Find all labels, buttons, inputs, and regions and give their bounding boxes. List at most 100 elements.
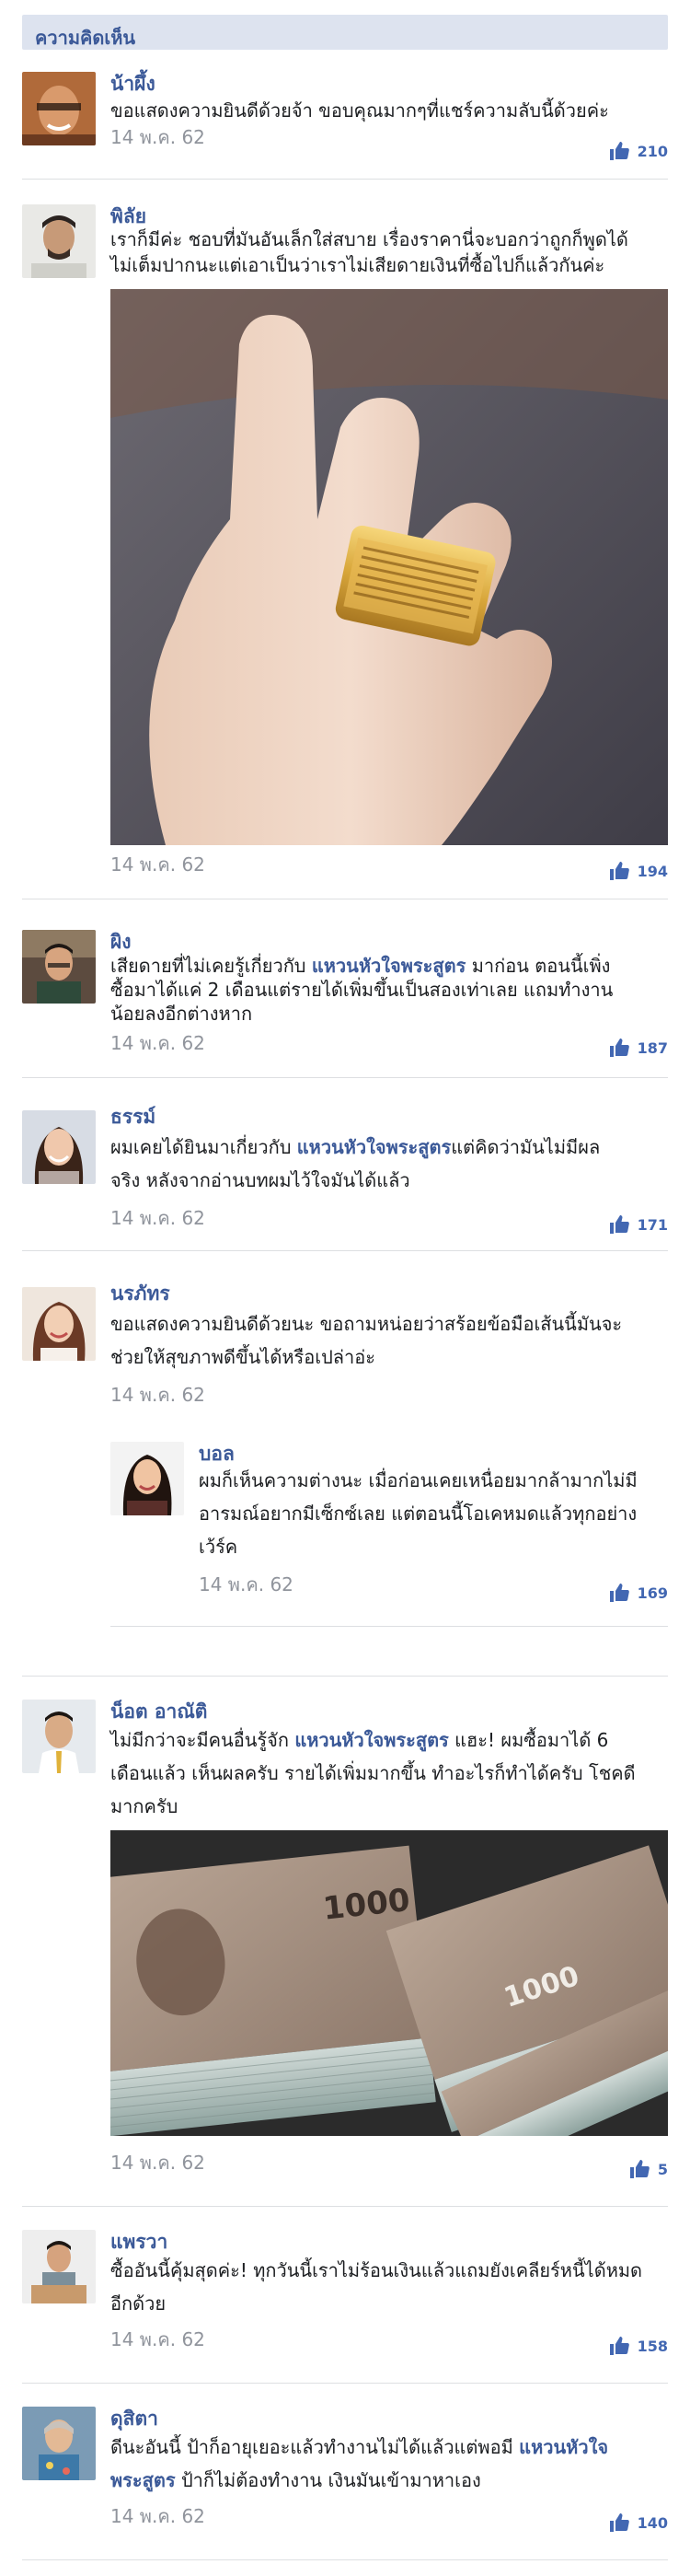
comment-text-line: เว้ร์ค	[199, 1536, 238, 1558]
reply: บอล ผมก็เห็นความต่างนะ เมื่อก่อนเคยเหนื่…	[110, 1442, 668, 1617]
like-count: 171	[637, 1215, 668, 1234]
thumbs-up-icon	[609, 1584, 629, 1602]
avatar[interactable]	[22, 930, 96, 1004]
comment-text-line: ช่วยให้สุขภาพดีขึ้นได้หรือเปล่าอ่ะ	[110, 1346, 376, 1368]
comment-text-line: ไม่เต็มปากนะแต่เอาเป็นว่าเราไม่เสียดายเง…	[110, 254, 605, 276]
comment-text-segment: ป้าก็ไม่ต้องทำงาน เงินมันเข้ามาหาเอง	[175, 2469, 481, 2491]
comment-text-line: ซื้อมาได้แค่ 2 เดือนแต่รายได้เพิ่มขึ้นเป…	[110, 979, 614, 1001]
comment-author[interactable]: น็อต อาณัติ	[110, 1700, 207, 1723]
thumbs-up-icon	[609, 142, 629, 160]
divider	[22, 2559, 668, 2560]
like-count: 194	[637, 862, 668, 880]
product-link[interactable]: แหวนหัวใจ	[519, 2436, 608, 2458]
comment-3: ผิง เสียดายที่ไม่เคยรู้เกี่ยวกับ แหวนหัว…	[22, 930, 668, 1068]
banknotes-photo[interactable]: 1000 1000	[110, 1830, 668, 2136]
comment-2: พิลัย เราก็มีค่ะ ชอบที่มันอันเล็กใส่สบาย…	[22, 204, 668, 886]
like-count: 169	[637, 1584, 668, 1602]
comment-8: ดุสิตา ดีนะอันนี้ ป้าก็อายุเยอะแล้วทำงาน…	[22, 2407, 668, 2554]
comment-text-segment: ไม่มีกว่าจะมีคนอื่นรู้จัก	[110, 1729, 295, 1751]
like-button[interactable]: 169	[608, 1582, 668, 1604]
thumbs-up-icon	[609, 1215, 629, 1234]
thumbs-up-icon	[609, 862, 629, 880]
comment-text-line: มากครับ	[110, 1795, 178, 1817]
like-count: 187	[637, 1039, 668, 1057]
comment-date: 14 พ.ค. 62	[110, 1032, 205, 1054]
comment-text: ผมก็เห็นความต่างนะ เมื่อก่อนเคยเหนื่อยมา…	[199, 1464, 668, 1563]
like-button[interactable]: 187	[608, 1037, 668, 1059]
avatar[interactable]	[22, 204, 96, 278]
comment-text-line: ซื้ออันนี้คุ้มสุดค่ะ! ทุกวันนี้เราไม่ร้อ…	[110, 2259, 643, 2281]
comment-4: ธรรม์ ผมเคยได้ยินมาเกี่ยวกับ แหวนหัวใจพร…	[22, 1105, 668, 1234]
avatar[interactable]	[22, 72, 96, 145]
comment-text-line: น้อยลงอีกต่างหาก	[110, 1003, 253, 1025]
divider	[110, 1626, 668, 1627]
comment-date: 14 พ.ค. 62	[110, 1384, 205, 1406]
comment-author[interactable]: ผิง	[110, 930, 132, 954]
comment-author[interactable]: นรภัทร	[110, 1282, 170, 1305]
like-button[interactable]: 171	[608, 1213, 668, 1236]
avatar[interactable]	[22, 2407, 96, 2480]
comment-author[interactable]: พิลัย	[110, 204, 146, 228]
like-button[interactable]: 140	[608, 2512, 668, 2534]
comment-author[interactable]: น้าผึ้ง	[110, 72, 155, 96]
comment-text: ซื้ออันนี้คุ้มสุดค่ะ! ทุกวันนี้เราไม่ร้อ…	[110, 2254, 668, 2320]
comment-author[interactable]: บอล	[199, 1442, 235, 1466]
comment-date: 14 พ.ค. 62	[110, 853, 205, 876]
comment-text: ผมเคยได้ยินมาเกี่ยวกับ แหวนหัวใจพระสูตรแ…	[110, 1131, 668, 1197]
comment-text: เราก็มีค่ะ ชอบที่มันอันเล็กใส่สบาย เรื่อ…	[110, 226, 668, 278]
ring-on-finger-photo[interactable]	[110, 289, 668, 845]
comment-text-line: อารมณ์อยากมีเซ็กซ์เลย แต่ตอนนี้โอเคหมดแล…	[199, 1503, 638, 1525]
comment-text-line: จริง หลังจากอ่านบทผมไว้ใจมันได้แล้ว	[110, 1169, 410, 1191]
comment-text: ดีนะอันนี้ ป้าก็อายุเยอะแล้วทำงานไม่ได้แ…	[110, 2431, 668, 2497]
comment-text-line: ผมก็เห็นความต่างนะ เมื่อก่อนเคยเหนื่อยมา…	[199, 1469, 638, 1491]
comment-5: นรภัทร ขอแสดงความยินดีด้วยนะ ขอถามหน่อยว…	[22, 1282, 668, 1631]
comment-text-line: อีกด้วย	[110, 2292, 167, 2315]
like-button[interactable]: 194	[608, 860, 668, 882]
divider	[22, 1250, 668, 1251]
comment-text: ขอแสดงความยินดีด้วยจ้า ขอบคุณมากๆที่แชร์…	[110, 99, 609, 122]
like-button[interactable]: 5	[628, 2158, 668, 2180]
comment-date: 14 พ.ค. 62	[110, 126, 205, 148]
comment-text-segment: ดีนะอันนี้ ป้าก็อายุเยอะแล้วทำงานไม่ได้แ…	[110, 2436, 520, 2458]
comment-text-segment: เสียดายที่ไม่เคยรู้เกี่ยวกับ	[110, 955, 312, 977]
product-link[interactable]: แหวนหัวใจพระสูตร	[297, 1136, 451, 1158]
thumbs-up-icon	[609, 2513, 629, 2532]
like-button[interactable]: 158	[608, 2335, 668, 2357]
comment-author[interactable]: ธรรม์	[110, 1105, 155, 1129]
avatar[interactable]	[22, 1287, 96, 1361]
comment-6: น็อต อาณัติ ไม่มีกว่าจะมีคนอื่นรู้จัก แห…	[22, 1700, 668, 2197]
comment-author[interactable]: แพรวา	[110, 2230, 167, 2254]
like-count: 210	[637, 142, 668, 160]
thumbs-up-icon	[609, 2337, 629, 2355]
comment-text-line: ผมเคยได้ยินมาเกี่ยวกับ แหวนหัวใจพระสูตรแ…	[110, 1131, 668, 1164]
comment-7: แพรวา ซื้ออันนี้คุ้มสุดค่ะ! ทุกวันนี้เรา…	[22, 2230, 668, 2368]
comment-text-line: เดือนแล้ว เห็นผลครับ รายได้เพิ่มมากขึ้น …	[110, 1762, 636, 1784]
divider	[22, 1676, 668, 1677]
like-button[interactable]: 210	[608, 140, 668, 162]
comments-header: ความคิดเห็น	[22, 15, 668, 50]
divider	[22, 179, 668, 180]
avatar[interactable]	[22, 1700, 96, 1773]
comments-header-title: ความคิดเห็น	[35, 27, 136, 49]
comment-text-segment: ผมเคยได้ยินมาเกี่ยวกับ	[110, 1136, 297, 1158]
comment-text-line: ดีนะอันนี้ ป้าก็อายุเยอะแล้วทำงานไม่ได้แ…	[110, 2431, 668, 2464]
like-count: 158	[637, 2337, 668, 2355]
comment-date: 14 พ.ค. 62	[199, 1573, 293, 1595]
product-link[interactable]: แหวนหัวใจพระสูตร	[294, 1729, 448, 1751]
comment-date: 14 พ.ค. 62	[110, 2328, 205, 2350]
comment-text-segment: แต่คิดว่ามันไม่มีผล	[451, 1136, 601, 1158]
avatar[interactable]	[22, 1110, 96, 1184]
product-link[interactable]: แหวนหัวใจพระสูตร	[312, 955, 466, 977]
avatar[interactable]	[22, 2230, 96, 2303]
comment-text: เสียดายที่ไม่เคยรู้เกี่ยวกับ แหวนหัวใจพร…	[110, 954, 668, 1026]
product-link[interactable]: พระสูตร	[110, 2469, 176, 2491]
comment-text-line: พระสูตร ป้าก็ไม่ต้องทำงาน เงินมันเข้ามาห…	[110, 2464, 668, 2497]
comment-text-line: เราก็มีค่ะ ชอบที่มันอันเล็กใส่สบาย เรื่อ…	[110, 228, 628, 250]
comment-author[interactable]: ดุสิตา	[110, 2407, 158, 2431]
comment-date: 14 พ.ค. 62	[110, 2505, 205, 2527]
comment-date: 14 พ.ค. 62	[110, 1207, 205, 1229]
comment-text-line: ไม่มีกว่าจะมีคนอื่นรู้จัก แหวนหัวใจพระสู…	[110, 1723, 668, 1757]
comment-text: ไม่มีกว่าจะมีคนอื่นรู้จัก แหวนหัวใจพระสู…	[110, 1723, 668, 1823]
avatar[interactable]	[110, 1442, 184, 1515]
like-count: 5	[657, 2160, 668, 2178]
